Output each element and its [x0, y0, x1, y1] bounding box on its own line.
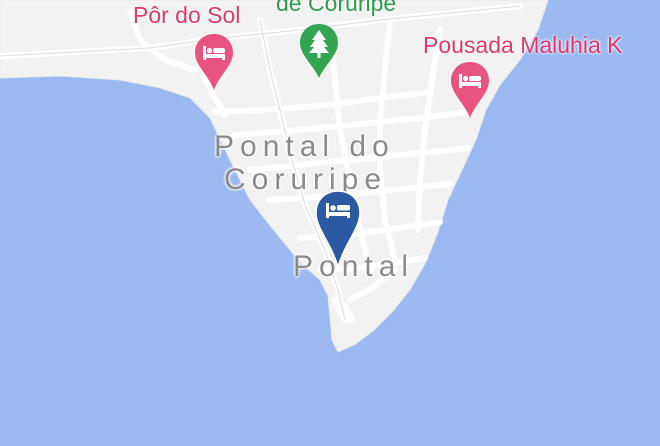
park-label[interactable]: de Coruripe [276, 0, 396, 17]
hotel-marker-pousada-maluhia[interactable] [449, 60, 491, 120]
selected-hotel-marker[interactable] [313, 188, 363, 270]
town-label-line-1: Pontal do [214, 130, 395, 163]
hotel-label-pousada-maluhia[interactable]: Pousada Maluhia K [423, 32, 622, 59]
map-canvas[interactable]: Pôr do Sol de Coruripe Pousada Maluhia K… [0, 0, 660, 446]
hotel-marker-por-do-sol[interactable] [193, 32, 235, 92]
hotel-label-por-do-sol[interactable]: Pôr do Sol [133, 2, 240, 29]
park-marker[interactable] [298, 22, 340, 80]
